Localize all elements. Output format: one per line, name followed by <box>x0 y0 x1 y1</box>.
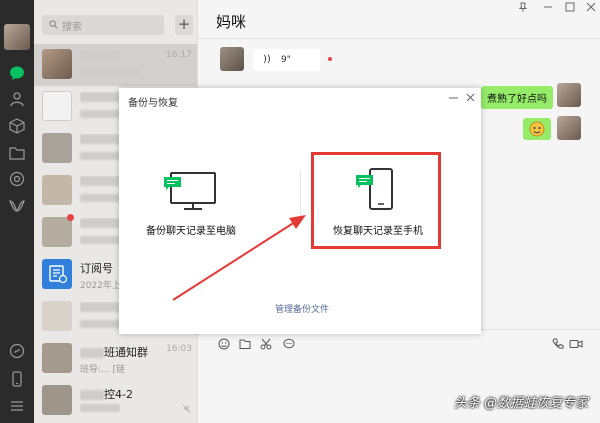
watermark: 头条 @数据蛙恢复专家 <box>453 396 588 411</box>
annotation-arrow <box>172 215 306 301</box>
